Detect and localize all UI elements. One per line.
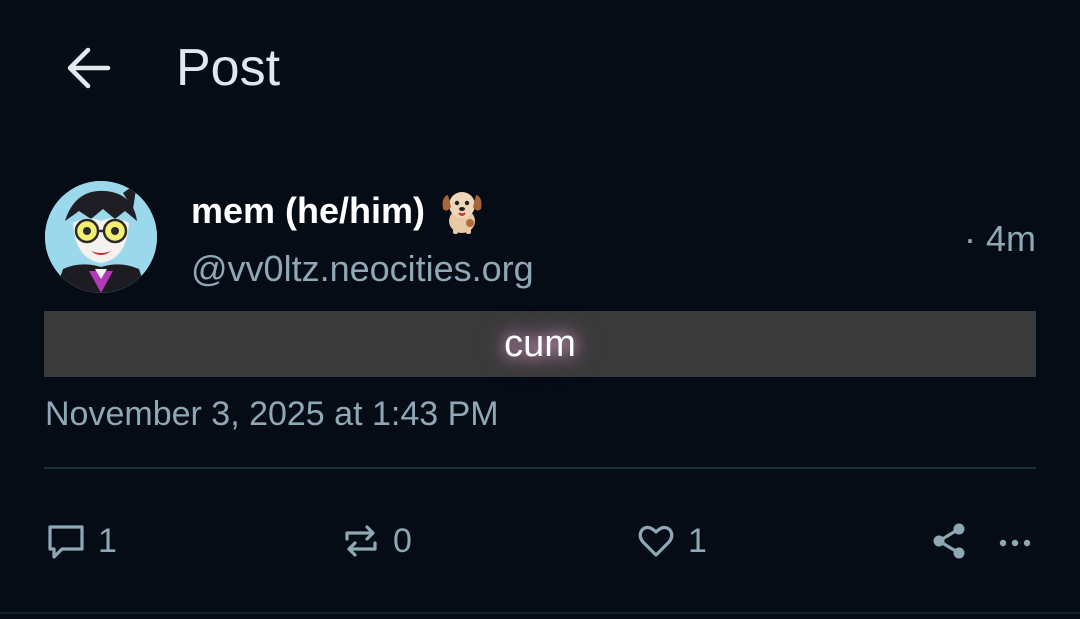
reply-button[interactable]: 1 [46, 518, 117, 564]
repost-button[interactable]: 0 [341, 518, 412, 564]
divider [44, 467, 1036, 469]
like-button[interactable]: 1 [636, 518, 707, 564]
post-text: cum [504, 322, 576, 365]
author-handle[interactable]: @vv0ltz.neocities.org [191, 248, 534, 290]
post-date: November 3, 2025 at 1:43 PM [45, 395, 499, 433]
back-button[interactable] [60, 40, 116, 96]
header-bar: Post [0, 0, 1080, 135]
repost-icon [341, 521, 381, 561]
avatar[interactable] [45, 181, 157, 293]
reply-bubble-icon [46, 521, 86, 561]
bottom-divider [0, 612, 1080, 614]
repost-count: 0 [393, 521, 412, 560]
page-title: Post [176, 39, 281, 97]
author-name-row[interactable]: mem (he/him) [191, 186, 485, 236]
author-display-name[interactable]: mem (he/him) [191, 190, 425, 232]
reply-count: 1 [98, 521, 117, 560]
arrow-left-icon [64, 46, 112, 90]
share-icon [930, 521, 968, 561]
share-button[interactable] [930, 518, 968, 564]
dog-face-icon [439, 187, 485, 235]
like-count: 1 [688, 521, 707, 560]
relative-timestamp: · 4m [964, 218, 1036, 259]
more-horizontal-icon [998, 521, 1032, 561]
more-options-button[interactable] [998, 518, 1032, 564]
post-content-box: cum [44, 311, 1036, 377]
heart-icon [636, 521, 676, 561]
